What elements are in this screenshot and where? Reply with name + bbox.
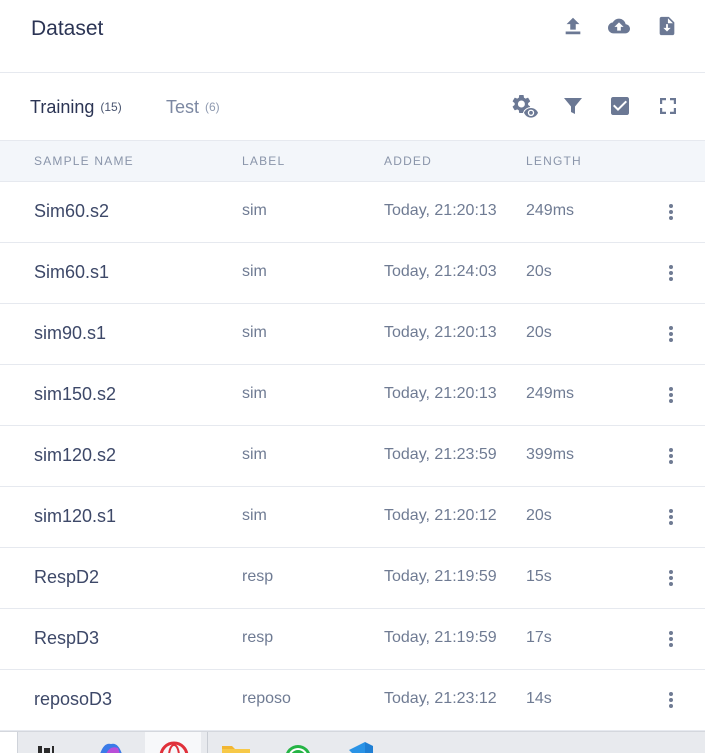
tab-test-label: Test: [166, 97, 200, 117]
sample-added: Today, 21:19:59: [384, 629, 497, 646]
table-row[interactable]: sim120.s2 sim Today, 21:23:59 399ms: [0, 426, 705, 487]
more-options-icon[interactable]: [663, 446, 679, 466]
sample-added: Today, 21:20:13: [384, 385, 497, 402]
sample-label: reposo: [242, 690, 291, 707]
fullscreen-icon[interactable]: [656, 94, 680, 118]
sample-length: 20s: [526, 507, 552, 524]
cloud-upload-icon[interactable]: [608, 15, 630, 37]
sample-length: 249ms: [526, 385, 575, 402]
sample-label: sim: [242, 324, 267, 341]
more-options-icon[interactable]: [663, 202, 679, 222]
sample-label: resp: [242, 568, 274, 585]
os-taskbar: [0, 731, 705, 753]
sample-length: 20s: [526, 324, 552, 341]
sample-label: sim: [242, 263, 267, 280]
sample-added: Today, 21:23:59: [384, 446, 497, 463]
tab-training-count: (15): [100, 100, 122, 114]
more-options-icon[interactable]: [663, 324, 679, 344]
sample-added: Today, 21:24:03: [384, 263, 497, 280]
tab-bar: Training (15) Test (6): [0, 73, 705, 141]
more-options-icon[interactable]: [663, 385, 679, 405]
sample-label: sim: [242, 446, 267, 463]
column-header-label[interactable]: LABEL: [242, 154, 285, 168]
table-row[interactable]: RespD3 resp Today, 21:19:59 17s: [0, 609, 705, 670]
more-options-icon[interactable]: [663, 507, 679, 527]
taskbar-left-edge: [0, 732, 18, 753]
sample-name: sim90.s1: [34, 323, 107, 343]
sample-length: 20s: [526, 263, 552, 280]
sample-added: Today, 21:23:12: [384, 690, 497, 707]
whatsapp-icon[interactable]: [282, 732, 314, 753]
sample-added: Today, 21:20:12: [384, 507, 497, 524]
sample-label: sim: [242, 385, 267, 402]
more-options-icon[interactable]: [663, 568, 679, 588]
table-row[interactable]: sim120.s1 sim Today, 21:20:12 20s: [0, 487, 705, 548]
sample-name: RespD3: [34, 628, 100, 648]
upload-icon[interactable]: [562, 15, 584, 37]
column-header-sample-name[interactable]: SAMPLE NAME: [34, 154, 134, 168]
sample-added: Today, 21:20:13: [384, 324, 497, 341]
sample-name: reposoD3: [34, 689, 113, 709]
copilot-icon[interactable]: [96, 732, 126, 753]
sample-name: Sim60.s2: [34, 201, 110, 221]
settings-eye-icon[interactable]: [509, 94, 539, 118]
table-header: SAMPLE NAME LABEL ADDED LENGTH: [0, 141, 705, 182]
more-options-icon[interactable]: [663, 690, 679, 710]
sample-name: RespD2: [34, 567, 100, 587]
table-row[interactable]: sim150.s2 sim Today, 21:20:13 249ms: [0, 365, 705, 426]
more-options-icon[interactable]: [663, 629, 679, 649]
file-explorer-icon[interactable]: [220, 732, 252, 753]
checkbox-icon[interactable]: [608, 94, 632, 118]
more-options-icon[interactable]: [663, 263, 679, 283]
dataset-header: Dataset: [0, 0, 705, 73]
table-row[interactable]: RespD2 resp Today, 21:19:59 15s: [0, 548, 705, 609]
table-row[interactable]: Sim60.s2 sim Today, 21:20:13 249ms: [0, 182, 705, 243]
sample-name: sim120.s1: [34, 506, 117, 526]
sample-length: 17s: [526, 629, 552, 646]
opera-icon[interactable]: [145, 732, 201, 753]
sample-added: Today, 21:20:13: [384, 202, 497, 219]
page-title: Dataset: [31, 17, 104, 40]
sample-label: resp: [242, 629, 274, 646]
tab-training-label: Training: [30, 97, 95, 117]
filter-icon[interactable]: [561, 94, 585, 118]
tab-test[interactable]: Test (6): [166, 97, 220, 118]
sample-label: sim: [242, 507, 267, 524]
table-row[interactable]: sim90.s1 sim Today, 21:20:13 20s: [0, 304, 705, 365]
taskview-icon[interactable]: [34, 732, 58, 753]
column-header-length[interactable]: LENGTH: [526, 154, 582, 168]
sample-name: sim150.s2: [34, 384, 117, 404]
vscode-icon[interactable]: [343, 732, 375, 753]
column-header-added[interactable]: ADDED: [384, 154, 432, 168]
sample-name: sim120.s2: [34, 445, 117, 465]
table-row[interactable]: reposoD3 reposo Today, 21:23:12 14s: [0, 670, 705, 731]
taskbar-divider: [207, 732, 208, 753]
table-row[interactable]: Sim60.s1 sim Today, 21:24:03 20s: [0, 243, 705, 304]
sample-list: Sim60.s2 sim Today, 21:20:13 249ms Sim60…: [0, 182, 705, 731]
sample-added: Today, 21:19:59: [384, 568, 497, 585]
sample-length: 249ms: [526, 202, 575, 219]
file-download-icon[interactable]: [656, 15, 678, 37]
sample-label: sim: [242, 202, 267, 219]
sample-length: 15s: [526, 568, 552, 585]
tab-training[interactable]: Training (15): [30, 97, 122, 118]
tab-test-count: (6): [205, 100, 220, 114]
sample-length: 399ms: [526, 446, 575, 463]
sample-length: 14s: [526, 690, 552, 707]
sample-name: Sim60.s1: [34, 262, 110, 282]
